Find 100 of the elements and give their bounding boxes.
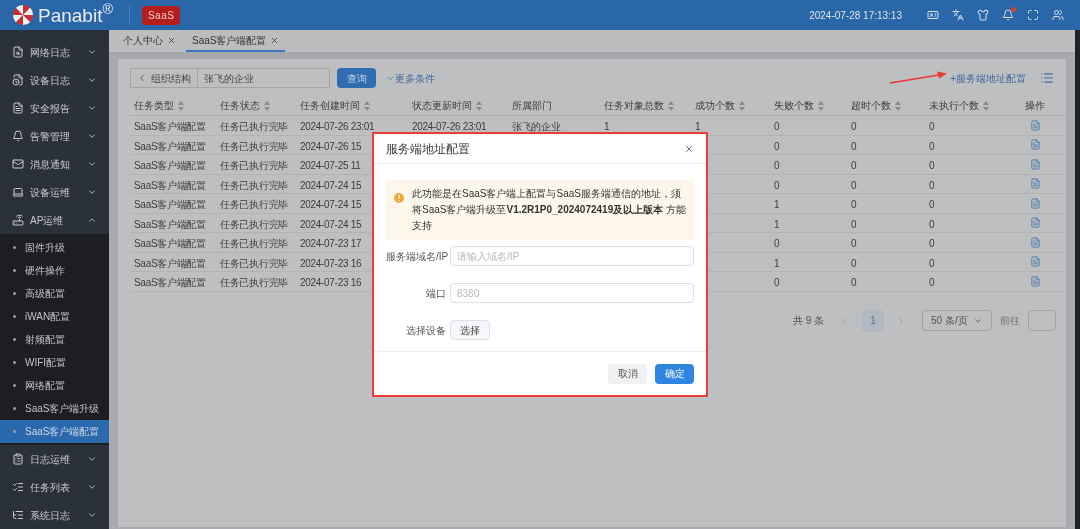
nav-item[interactable]: 消息通知 <box>0 150 109 178</box>
column-header: 操作 <box>1025 99 1045 113</box>
detail-icon[interactable] <box>1029 236 1041 248</box>
nav-subitem[interactable]: iWAN配置 <box>0 305 109 328</box>
nav-item[interactable]: 任务列表 <box>0 473 109 501</box>
nav-subitem[interactable]: SaaS客户端配置 <box>0 420 109 443</box>
nav-item[interactable]: 设备日志 <box>0 66 109 94</box>
bell-icon[interactable] <box>1002 9 1014 21</box>
nav-subitem[interactable]: 高级配置 <box>0 282 109 305</box>
detail-icon[interactable] <box>1029 178 1041 190</box>
back-button[interactable]: 组织结构 <box>131 69 198 87</box>
nav-item[interactable]: 设备运维 <box>0 178 109 206</box>
sort-icon[interactable] <box>739 100 745 111</box>
page-size-select[interactable]: 50 条/页 <box>922 310 992 331</box>
close-icon[interactable] <box>167 35 176 45</box>
detail-icon[interactable] <box>1029 119 1041 131</box>
brand-name: Panabit$^{®}$ <box>38 5 113 25</box>
table-cell: SaaS客户端配置 <box>134 140 206 152</box>
table-cell: 0 <box>774 277 780 289</box>
confirm-button[interactable]: 确定 <box>655 363 694 384</box>
column-header[interactable]: 未执行个数 <box>929 98 989 113</box>
nav-subitem[interactable]: 固件升级 <box>0 236 109 259</box>
shirt-icon[interactable] <box>977 9 989 21</box>
list-icon[interactable] <box>1040 71 1054 85</box>
chevron-icon <box>87 159 97 169</box>
nav-subitem[interactable]: 网络配置 <box>0 374 109 397</box>
nav-subitem[interactable]: 射频配置 <box>0 328 109 351</box>
users-icon[interactable] <box>1052 9 1064 21</box>
sort-icon[interactable] <box>668 100 674 111</box>
table-cell: 0 <box>851 238 857 250</box>
column-header[interactable]: 超时个数 <box>851 98 901 113</box>
table-cell: 1 <box>774 218 780 230</box>
table-cell: 2024-07-24 15 <box>300 218 362 230</box>
sort-icon[interactable] <box>476 100 482 111</box>
goto-label: 前往 <box>1000 314 1020 328</box>
chevron-icon <box>87 131 97 141</box>
column-header[interactable]: 任务类型 <box>134 98 184 113</box>
detail-icon[interactable] <box>1029 158 1041 170</box>
sort-icon[interactable] <box>364 100 370 111</box>
column-header[interactable]: 任务创建时间 <box>300 98 370 113</box>
detail-icon[interactable] <box>1029 139 1041 151</box>
tab[interactable]: SaaS客户端配置 <box>186 30 286 52</box>
goto-page-field[interactable] <box>1028 310 1056 331</box>
nav-item[interactable]: 安全报告 <box>0 94 109 122</box>
tab[interactable]: 个人中心 <box>117 30 182 52</box>
detail-icon[interactable] <box>1029 256 1041 268</box>
nav-subitem[interactable]: WIFI配置 <box>0 351 109 374</box>
sort-icon[interactable] <box>178 100 184 111</box>
detail-icon[interactable] <box>1029 275 1041 287</box>
laptop-icon <box>12 186 24 198</box>
card-icon[interactable] <box>927 9 939 21</box>
sort-icon[interactable] <box>983 100 989 111</box>
sort-icon[interactable] <box>818 100 824 111</box>
close-icon[interactable] <box>270 35 280 45</box>
org-selector[interactable]: 组织结构 张飞的企业 <box>130 68 330 88</box>
translate-icon[interactable] <box>952 9 964 21</box>
chevron-icon <box>87 75 97 85</box>
table-cell: 任务已执行完毕 <box>220 160 288 172</box>
document-search-icon <box>12 46 24 58</box>
cancel-button[interactable]: 取消 <box>608 363 647 384</box>
table-cell: 0 <box>851 121 857 133</box>
mail-icon <box>12 158 24 170</box>
chevron-icon <box>87 103 97 113</box>
nav-item[interactable]: AP运维 <box>0 206 109 234</box>
nav-subitem[interactable]: SaaS客户端升级 <box>0 397 109 420</box>
text-field[interactable]: 请输入域名/IP <box>450 246 694 266</box>
text-field[interactable]: 8380 <box>450 283 694 303</box>
detail-icon[interactable] <box>1029 197 1041 209</box>
table-cell: 任务已执行完毕 <box>220 199 288 211</box>
field-label: 服务端域名/IP <box>386 249 450 264</box>
table-cell: 0 <box>774 160 780 172</box>
column-header[interactable]: 失败个数 <box>774 98 824 113</box>
select-device-button[interactable]: 选择 <box>450 320 490 340</box>
column-header[interactable]: 任务状态 <box>220 98 270 113</box>
column-header[interactable]: 成功个数 <box>695 98 745 113</box>
nav-item[interactable]: 告警管理 <box>0 122 109 150</box>
close-icon[interactable] <box>684 143 694 154</box>
column-header[interactable]: 状态更新时间 <box>412 98 482 113</box>
column-header[interactable]: 任务对象总数 <box>604 98 674 113</box>
table-cell: 任务已执行完毕 <box>220 218 288 230</box>
fullscreen-icon[interactable] <box>1027 9 1039 21</box>
table-cell: 0 <box>851 160 857 172</box>
query-button[interactable]: 查询 <box>337 68 376 88</box>
nav-subitem[interactable]: 硬件操作 <box>0 259 109 282</box>
nav-item[interactable]: 网络日志 <box>0 38 109 66</box>
sort-icon[interactable] <box>895 100 901 111</box>
table-cell: 1 <box>774 257 780 269</box>
detail-icon[interactable] <box>1029 217 1041 229</box>
table-cell: 0 <box>774 140 780 152</box>
nav-item[interactable]: 系统日志 <box>0 501 109 529</box>
table-cell: 2024-07-24 15 <box>300 179 362 191</box>
table-cell: 任务已执行完毕 <box>220 140 288 152</box>
table-cell: 0 <box>929 218 935 230</box>
table-cell: 任务已执行完毕 <box>220 179 288 191</box>
nav-item[interactable]: 日志运维 <box>0 445 109 473</box>
saas-badge: SaaS <box>141 5 181 25</box>
table-cell: 任务已执行完毕 <box>220 277 288 289</box>
clipboard-icon <box>12 453 24 465</box>
sort-icon[interactable] <box>264 100 270 111</box>
chevron-icon <box>87 187 97 197</box>
